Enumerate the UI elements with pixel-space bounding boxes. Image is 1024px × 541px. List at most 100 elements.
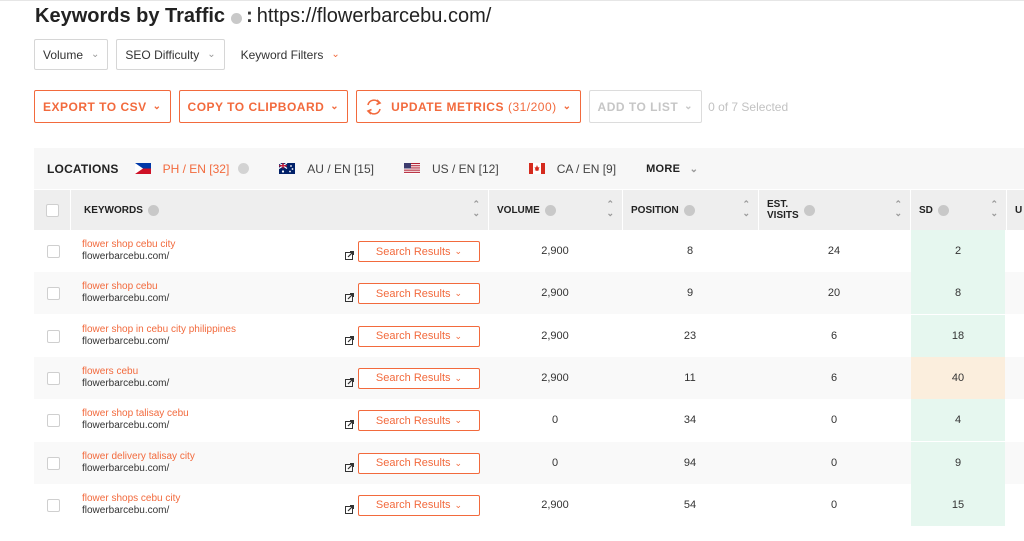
chevron-down-icon: ⌄ — [454, 499, 463, 510]
top-divider — [0, 0, 1024, 1]
external-link-icon[interactable] — [345, 251, 354, 260]
refresh-icon — [366, 98, 382, 115]
chevron-down-icon: ⌄ — [454, 457, 463, 468]
row-checkbox[interactable] — [47, 414, 60, 428]
external-link-icon[interactable] — [345, 335, 354, 345]
keyword-link[interactable]: flower delivery talisay city — [82, 451, 195, 463]
search-results-button[interactable]: Search Results ⌄ — [358, 494, 480, 516]
sd-cell: 40 — [911, 356, 1005, 399]
position-cell: 11 — [684, 371, 696, 384]
chevron-down-icon: ⌄ — [454, 330, 463, 341]
location-tab-ca[interactable]: CA / EN [9] — [528, 161, 616, 176]
volume-column-header[interactable]: VOLUME ⌃ ⌄ — [488, 190, 622, 230]
est-visits-cell: 24 — [827, 245, 841, 257]
row-checkbox[interactable] — [47, 245, 60, 258]
keyword-url: flowerbarcebu.com/ — [82, 504, 170, 516]
sd-cell: 15 — [911, 483, 1005, 526]
chevron-down-icon: ⌄ — [207, 49, 216, 60]
external-link-icon[interactable] — [345, 293, 354, 303]
external-link-icon[interactable] — [345, 377, 354, 387]
sd-cell: 4 — [911, 399, 1005, 442]
chevron-down-icon: ⌄ — [562, 101, 572, 112]
keyword-link[interactable]: flower shop talisay cebu — [82, 408, 189, 420]
export-csv-button[interactable]: EXPORT TO CSV ⌄ — [34, 90, 171, 123]
update-metrics-button[interactable]: UPDATE METRICS (31/200) ⌄ — [356, 90, 581, 123]
keyword-link[interactable]: flowers cebu — [82, 366, 169, 378]
sd-column-header[interactable]: SD ⌃ ⌄ — [910, 190, 1006, 230]
search-results-label: Search Results — [375, 287, 451, 300]
sort-icon[interactable]: ⌃ ⌄ — [742, 200, 750, 218]
add-to-list-button[interactable]: ADD TO LIST ⌄ — [588, 90, 703, 123]
seo-difficulty-filter[interactable]: SEO Difficulty ⌄ — [116, 39, 225, 70]
help-icon[interactable] — [147, 204, 159, 216]
est-visits-column-header[interactable]: EST. VISITS ⌃ ⌄ — [758, 190, 910, 230]
keyword-link[interactable]: flower shops cebu city — [82, 493, 180, 505]
sort-icon[interactable]: ⌃ ⌄ — [990, 200, 998, 218]
help-icon[interactable] — [544, 204, 556, 216]
keyword-link[interactable]: flower shop cebu — [82, 281, 169, 293]
select-all-cell — [34, 190, 70, 230]
sort-icon[interactable]: ⌃ ⌄ — [894, 200, 902, 218]
keywords-column-header[interactable]: KEYWORDS ⌃ ⌄ — [70, 190, 488, 230]
keyword-cell: flower shop cebu flowerbarcebu.com/ — [82, 281, 169, 305]
search-results-label: Search Results — [375, 245, 451, 258]
help-icon[interactable] — [238, 163, 250, 174]
locations-label: LOCATIONS — [47, 161, 119, 176]
add-to-list-label: ADD TO LIST — [597, 99, 679, 114]
table-row: flower shop cebu city flowerbarcebu.com/… — [34, 230, 1024, 272]
row-checkbox[interactable] — [47, 287, 60, 301]
location-tab-us[interactable]: US / EN [12] — [403, 162, 499, 176]
row-checkbox[interactable] — [47, 329, 60, 343]
position-header-label: POSITION — [631, 204, 679, 216]
chevron-down-icon: ⌄ — [454, 372, 463, 383]
search-results-button[interactable]: Search Results ⌄ — [358, 452, 480, 474]
volume-header-label: VOLUME — [497, 204, 540, 216]
keyword-cell: flower shop cebu city flowerbarcebu.com/ — [82, 239, 175, 263]
row-checkbox[interactable] — [47, 371, 60, 385]
help-icon[interactable] — [683, 204, 695, 216]
volume-cell: 2,900 — [541, 287, 569, 300]
search-results-button[interactable]: Search Results ⌄ — [358, 410, 480, 432]
search-results-label: Search Results — [375, 330, 451, 343]
external-link-icon[interactable] — [345, 462, 354, 472]
est-visits-cell: 0 — [830, 414, 838, 427]
est-visits-line-1: EST. — [767, 199, 789, 210]
external-link-icon[interactable] — [345, 504, 354, 514]
next-column-header[interactable]: U — [1006, 190, 1024, 230]
keyword-url: flowerbarcebu.com/ — [82, 462, 170, 474]
info-icon[interactable] — [231, 12, 243, 24]
external-link-icon[interactable] — [345, 420, 354, 430]
position-cell: 34 — [683, 414, 697, 427]
sort-icon[interactable]: ⌃ ⌄ — [606, 200, 614, 218]
chevron-down-icon: ⌄ — [331, 49, 340, 60]
volume-filter[interactable]: Volume ⌄ — [34, 39, 109, 70]
keyword-cell: flower delivery talisay city flowerbarce… — [82, 451, 195, 475]
search-results-button[interactable]: Search Results ⌄ — [358, 241, 480, 262]
help-icon[interactable] — [803, 204, 815, 216]
keyword-link[interactable]: flower shop cebu city — [82, 239, 175, 251]
copy-clipboard-button[interactable]: COPY TO CLIPBOARD ⌄ — [178, 90, 349, 123]
help-icon[interactable] — [937, 204, 949, 216]
location-tab-au[interactable]: AU / EN [15] — [279, 162, 374, 176]
location-tab-ph[interactable]: PH / EN [32] — [134, 162, 250, 176]
position-cell: 54 — [683, 498, 697, 511]
row-checkbox[interactable] — [47, 456, 60, 470]
search-results-label: Search Results — [375, 372, 451, 385]
row-checkbox[interactable] — [47, 498, 60, 512]
keyword-link[interactable]: flower shop in cebu city philippines — [82, 324, 236, 336]
est-visits-cell: 0 — [830, 498, 838, 511]
sd-cell: 8 — [911, 272, 1005, 315]
position-column-header[interactable]: POSITION ⌃ ⌄ — [622, 190, 758, 230]
copy-clipboard-label: COPY TO CLIPBOARD — [187, 99, 325, 114]
keyword-filters[interactable]: Keyword Filters ⌄ — [232, 39, 348, 70]
filter-bar: Volume ⌄ SEO Difficulty ⌄ Keyword Filter… — [34, 38, 348, 71]
more-locations-button[interactable]: MORE ⌄ — [646, 163, 698, 175]
location-ca-label: CA / EN — [556, 161, 600, 176]
search-results-button[interactable]: Search Results ⌄ — [358, 367, 480, 389]
search-results-button[interactable]: Search Results ⌄ — [358, 283, 480, 305]
australia-flag-icon — [279, 163, 296, 174]
seo-difficulty-filter-label: SEO Difficulty — [125, 47, 200, 62]
select-all-checkbox[interactable] — [45, 203, 59, 217]
search-results-button[interactable]: Search Results ⌄ — [358, 325, 480, 347]
sort-icon[interactable]: ⌃ ⌄ — [472, 200, 480, 218]
